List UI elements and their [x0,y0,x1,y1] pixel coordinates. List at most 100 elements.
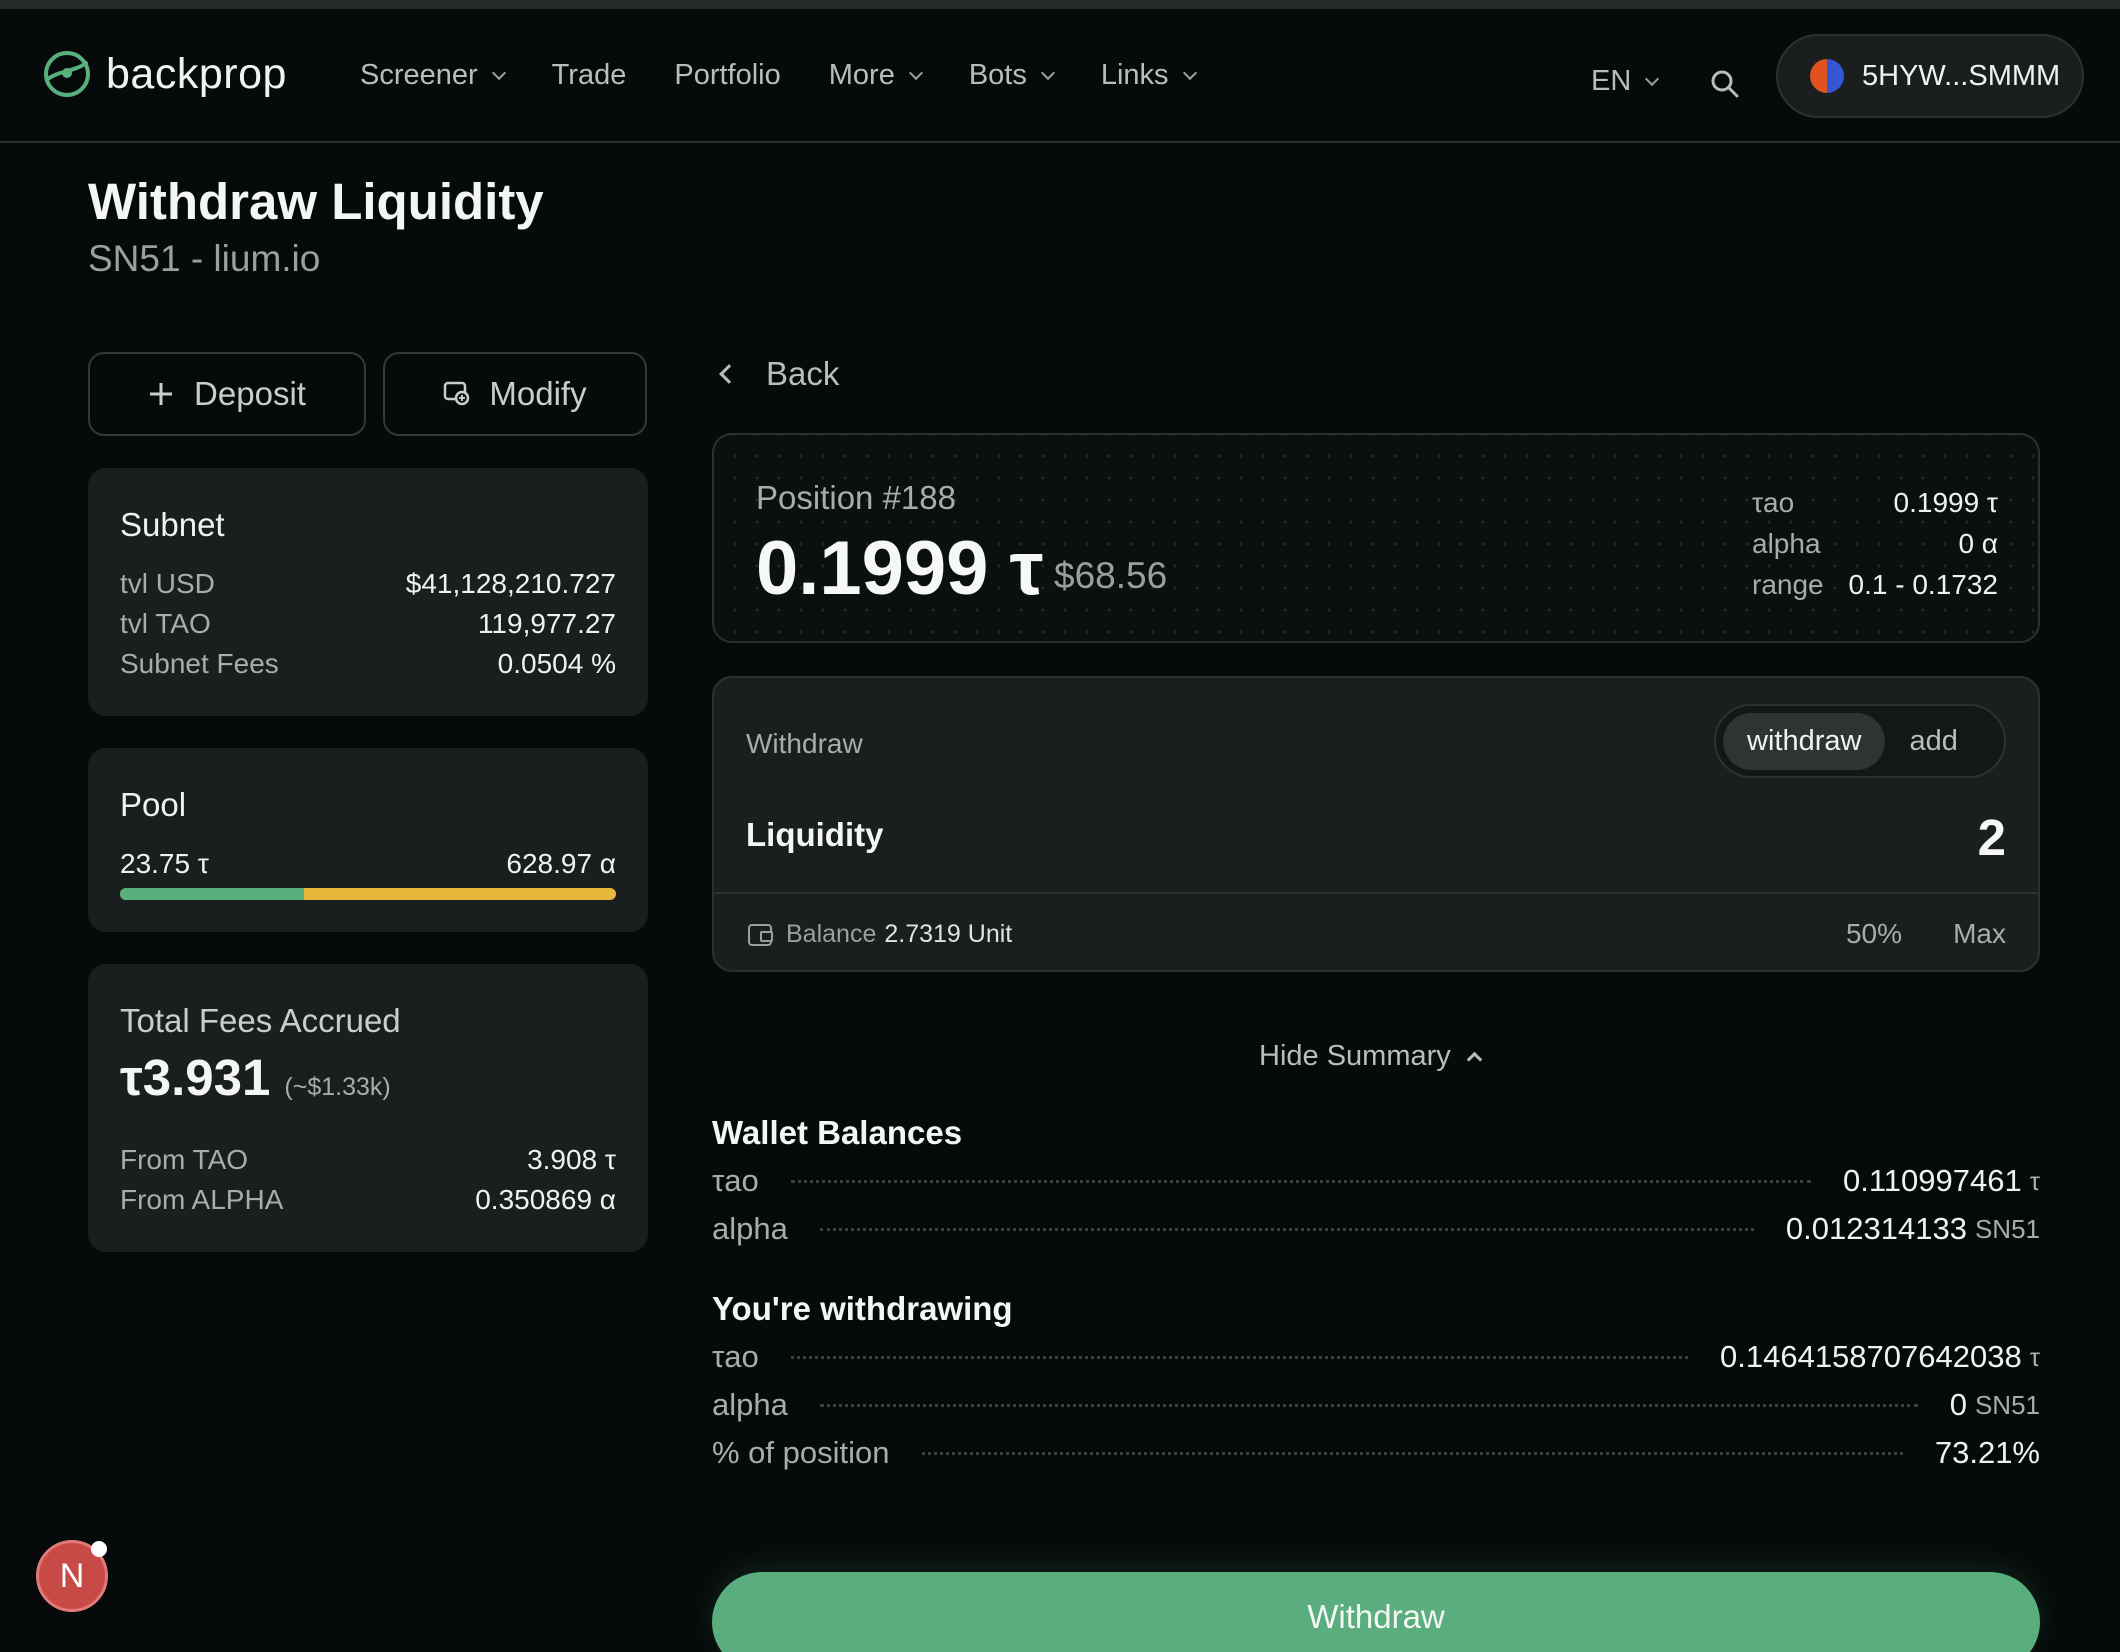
plus-icon [150,383,173,405]
subnet-title: Subnet [120,506,225,543]
summary-value: 0 [1949,1387,1967,1422]
position-stats: τao 0.1999 τ alpha 0 α range 0.1 - 0.173… [1752,487,1998,610]
deposit-button[interactable]: Deposit [88,352,366,436]
wallet-icon [748,923,773,946]
summary-key: τao [712,1163,759,1198]
main-nav: Screener Trade Portfolio More Bots Links [360,59,1243,92]
position-stat-key: τao [1752,487,1795,518]
summary-key: τao [712,1339,759,1374]
subnet-row: Subnet Fees 0.0504 % [120,648,616,680]
summary-unit: τ [2029,1341,2040,1372]
logo-text: backprop [106,49,287,98]
balance-bar: Balance 2.7319 Unit 50% Max [714,892,2038,970]
toggle-add[interactable]: add [1909,725,1957,758]
back-label: Back [766,355,840,392]
position-stat: alpha 0 α [1752,528,1998,569]
nav-more[interactable]: More [829,59,923,92]
subnet-value: 0.0504 % [497,648,616,679]
back-button[interactable]: Back [719,355,840,393]
wallet-avatar [1810,59,1844,93]
position-stat: range 0.1 - 0.1732 [1752,569,1998,610]
subnet-row: tvl USD $41,128,210.727 [120,568,616,600]
dotted-leader [921,1451,1903,1455]
balance-info: Balance 2.7319 Unit [748,920,1012,949]
position-card: Position #188 0.1999 τ $68.56 τao 0.1999… [712,433,2040,643]
notification-badge[interactable]: N [36,1540,108,1612]
position-label: Position #188 [756,479,956,516]
nav-screener-label: Screener [360,59,478,91]
balance-label: Balance [786,920,877,948]
language-selector[interactable]: EN [1591,65,1660,98]
backprop-logo-icon [44,51,90,97]
pool-ratio-bar [120,888,616,900]
badge-letter: N [59,1556,85,1595]
balance-value: 2.7319 Unit [884,920,1013,948]
summary-value: 0.1464158707642038 [1720,1339,2022,1374]
dotted-leader [790,1179,1811,1183]
position-stat: τao 0.1999 τ [1752,487,1998,528]
nav-trade-label: Trade [551,59,627,91]
search-icon[interactable] [1710,69,1740,99]
language-label: EN [1591,65,1632,97]
fees-row: From ALPHA 0.350869 α [120,1184,616,1216]
hide-summary-label: Hide Summary [1259,1040,1451,1072]
page-title: Withdraw Liquidity [88,173,544,230]
summary-row: % of position 73.21% [712,1429,2040,1477]
chevron-up-icon [1466,1051,1483,1068]
subnet-key: Subnet Fees [120,648,279,679]
chevron-down-icon [1040,65,1055,80]
pool-card: Pool 23.75 τ 628.97 α [88,748,648,932]
subnet-value: $41,128,210.727 [405,568,616,599]
dotted-leader [790,1355,1688,1359]
toggle-withdraw[interactable]: withdraw [1723,712,1886,770]
summary-value: 0.110997461 [1842,1163,2022,1198]
position-stat-value: 0.1 - 0.1732 [1848,569,1998,600]
withdraw-submit-label: Withdraw [1307,1598,1445,1635]
hide-summary-toggle[interactable]: Hide Summary [1259,1040,1483,1073]
modify-label: Modify [489,375,587,412]
summary-unit: SN51 [1974,1389,2040,1420]
fees-total-wrap: τ3.931 (~$1.33k) [120,1048,391,1107]
fees-value: 0.350869 α [475,1184,616,1215]
modify-button[interactable]: Modify [383,352,647,436]
fees-usd: (~$1.33k) [284,1073,391,1101]
chevron-left-icon [719,364,739,384]
wallet-balances-title: Wallet Balances [712,1114,963,1151]
nav-portfolio-label: Portfolio [674,59,781,91]
dotted-leader [819,1227,1754,1231]
chevron-down-icon [1182,65,1197,80]
nav-screener[interactable]: Screener [360,59,506,92]
wallet-button[interactable]: 5HYW...SMMM [1776,34,2084,118]
summary-row: alpha 0 SN51 [712,1381,2040,1429]
fees-key: From ALPHA [120,1184,284,1215]
pool-tao-value: 23.75 τ [120,848,209,879]
nav-bots[interactable]: Bots [969,59,1055,92]
chevron-down-icon [491,65,506,80]
nav-trade[interactable]: Trade [552,59,627,92]
nav-portfolio[interactable]: Portfolio [674,59,780,92]
position-stat-key: alpha [1752,528,1821,559]
modify-icon [444,381,470,406]
nav-links[interactable]: Links [1100,59,1197,92]
withdraw-submit-button[interactable]: Withdraw [712,1572,2040,1652]
subnet-card: Subnet tvl USD $41,128,210.727 tvl TAO 1… [88,468,648,716]
position-stat-key: range [1752,569,1824,600]
fifty-percent-button[interactable]: 50% [1846,918,1902,950]
deposit-label: Deposit [194,375,306,412]
position-value: 0.1999 τ [756,526,1044,611]
wallet-address: 5HYW...SMMM [1862,59,2061,92]
dotted-leader [819,1403,1918,1407]
summary-key: % of position [712,1435,890,1470]
max-button[interactable]: Max [1953,918,2006,950]
top-nav-bar: backprop Screener Trade Portfolio More B… [0,9,2120,143]
liquidity-label: Liquidity [746,816,884,853]
logo[interactable]: backprop [42,49,287,99]
summary-key: alpha [712,1387,788,1422]
liquidity-input[interactable]: 2 [1978,808,2006,867]
nav-links-label: Links [1100,59,1169,91]
summary-row: alpha 0.012314133 SN51 [712,1205,2040,1253]
withdrawing-title: You're withdrawing [712,1290,1013,1327]
pool-tao-fill [120,888,304,900]
subnet-key: tvl TAO [120,608,211,639]
mode-toggle: withdraw add [1714,704,2006,778]
